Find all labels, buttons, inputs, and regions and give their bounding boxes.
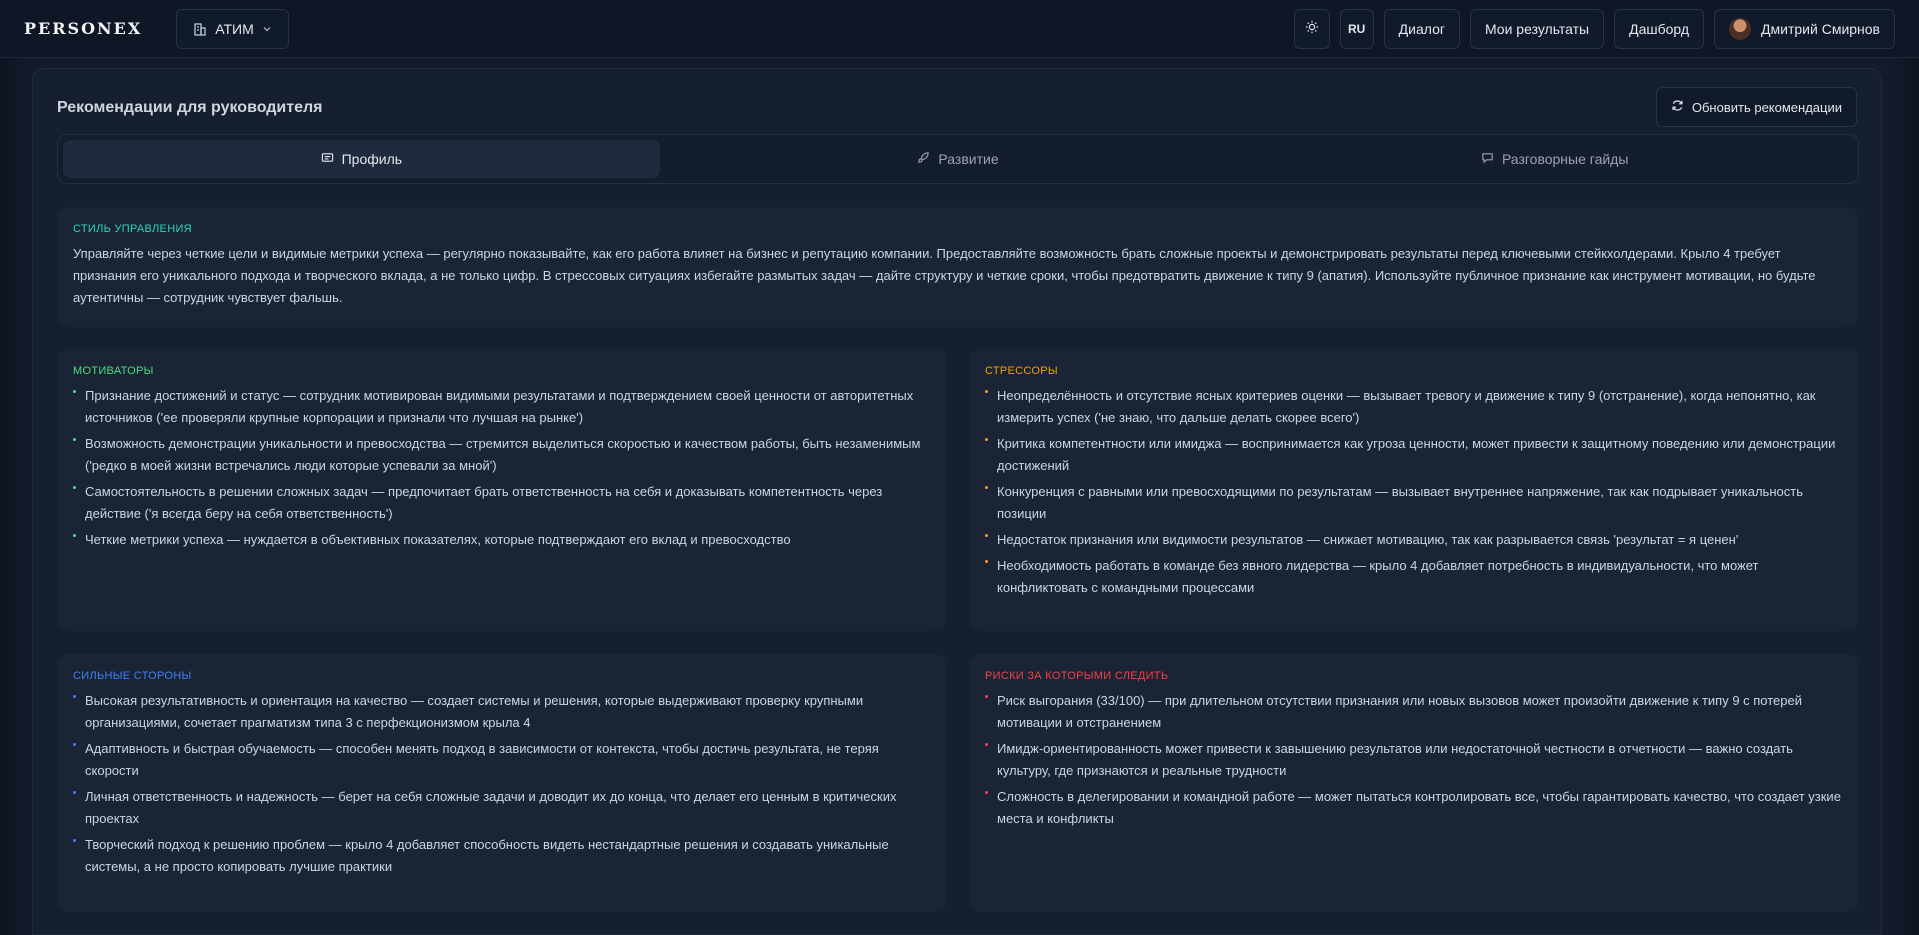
list-item-text: Возможность демонстрации уникальности и …: [85, 436, 921, 473]
stressors-list: Неопределённость и отсутствие ясных крит…: [985, 385, 1843, 599]
chevron-down-icon: [262, 24, 272, 34]
list-item-text: Четкие метрики успеха — нуждается в объе…: [85, 532, 791, 547]
refresh-label: Обновить рекомендации: [1691, 99, 1842, 115]
bullet-icon: [985, 791, 988, 794]
avatar: [1729, 17, 1752, 40]
bullet-icon: [985, 438, 988, 441]
list-item: Признание достижений и статус — сотрудни…: [73, 385, 931, 429]
user-name: Дмитрий Смирнов: [1761, 20, 1880, 37]
top-navbar: PERSONEX АТИМ RU Диалог Мои результаты Д…: [0, 0, 1919, 58]
strengths-panel: СИЛЬНЫЕ СТОРОНЫ Высокая результативность…: [57, 654, 947, 912]
bullet-icon: [985, 560, 988, 563]
recommendations-card: Рекомендации для руководителя Обновить р…: [32, 68, 1882, 935]
nav-results-button[interactable]: Мои результаты: [1469, 8, 1605, 49]
list-item: Неопределённость и отсутствие ясных крит…: [985, 385, 1843, 429]
motivators-heading: МОТИВАТОРЫ: [73, 365, 154, 377]
list-item-text: Необходимость работать в команде без явн…: [997, 558, 1759, 595]
list-item: Критика компетентности или имиджа — восп…: [985, 433, 1843, 477]
bullet-icon: [985, 390, 988, 393]
tab-label: Разговорные гайды: [1501, 151, 1629, 167]
list-item: Риск выгорания (33/100) — при длительном…: [985, 690, 1843, 734]
sun-icon: [1305, 20, 1319, 37]
tab-development[interactable]: Развитие: [660, 140, 1257, 178]
nav-dashboard-button[interactable]: Дашборд: [1614, 8, 1705, 49]
org-selector[interactable]: АТИМ: [176, 8, 289, 49]
list-item-text: Самостоятельность в решении сложных зада…: [85, 484, 883, 521]
list-item-text: Критика компетентности или имиджа — восп…: [997, 436, 1836, 473]
list-item: Четкие метрики успеха — нуждается в объе…: [73, 529, 931, 551]
tab-profile[interactable]: Профиль: [63, 140, 660, 178]
user-menu-button[interactable]: Дмитрий Смирнов: [1714, 8, 1895, 49]
list-item-text: Личная ответственность и надежность — бе…: [85, 789, 897, 826]
list-item-text: Сложность в делегировании и командной ра…: [997, 789, 1841, 826]
stressors-heading: СТРЕССОРЫ: [985, 365, 1058, 377]
bullet-icon: [985, 486, 988, 489]
bullet-icon: [985, 695, 988, 698]
list-item: Возможность демонстрации уникальности и …: [73, 433, 931, 477]
motivators-panel: МОТИВАТОРЫ Признание достижений и статус…: [57, 349, 947, 631]
rocket-icon: [917, 151, 930, 167]
list-item-text: Конкуренция с равными или превосходящими…: [997, 484, 1803, 521]
bullet-icon: [73, 534, 76, 537]
bullet-icon: [73, 438, 76, 441]
list-item: Имидж-ориентированность может привести к…: [985, 738, 1843, 782]
list-item-text: Адаптивность и быстрая обучаемость — спо…: [85, 741, 879, 778]
list-item-text: Имидж-ориентированность может привести к…: [997, 741, 1793, 778]
list-item-text: Неопределённость и отсутствие ясных крит…: [997, 388, 1816, 425]
list-item-text: Недостаток признания или видимости резул…: [997, 532, 1739, 547]
tab-conversation-guides[interactable]: Разговорные гайды: [1256, 140, 1853, 178]
bullet-icon: [73, 390, 76, 393]
list-item-text: Творческий подход к решению проблем — кр…: [85, 837, 889, 874]
list-item: Адаптивность и быстрая обучаемость — спо…: [73, 738, 931, 782]
tab-label: Профиль: [341, 151, 403, 167]
bullet-icon: [73, 743, 76, 746]
list-item-text: Высокая результативность и ориентация на…: [85, 693, 864, 730]
chat-icon: [1481, 151, 1494, 167]
risks-list: Риск выгорания (33/100) — при длительном…: [985, 690, 1843, 830]
theme-toggle-button[interactable]: [1293, 8, 1330, 49]
strengths-heading: СИЛЬНЫЕ СТОРОНЫ: [73, 670, 192, 682]
language-button[interactable]: RU: [1339, 8, 1374, 49]
nav-dialog-button[interactable]: Диалог: [1383, 8, 1460, 49]
building-icon: [193, 22, 207, 36]
risks-panel: РИСКИ ЗА КОТОРЫМИ СЛЕДИТЬ Риск выгорания…: [969, 654, 1859, 912]
management-style-panel: СТИЛЬ УПРАВЛЕНИЯ Управляйте через четкие…: [57, 207, 1859, 327]
list-item: Самостоятельность в решении сложных зада…: [73, 481, 931, 525]
bullet-icon: [73, 791, 76, 794]
risks-heading: РИСКИ ЗА КОТОРЫМИ СЛЕДИТЬ: [985, 670, 1169, 682]
list-item: Высокая результативность и ориентация на…: [73, 690, 931, 734]
bullet-icon: [985, 743, 988, 746]
page-title: Рекомендации для руководителя: [57, 99, 323, 116]
stressors-panel: СТРЕССОРЫ Неопределённость и отсутствие …: [969, 349, 1859, 631]
logo[interactable]: PERSONEX: [24, 19, 142, 38]
org-name: АТИМ: [215, 20, 254, 37]
bullet-icon: [73, 695, 76, 698]
management-style-heading: СТИЛЬ УПРАВЛЕНИЯ: [73, 223, 192, 235]
list-item: Конкуренция с равными или превосходящими…: [985, 481, 1843, 525]
bullet-icon: [73, 486, 76, 489]
bullet-icon: [73, 839, 76, 842]
list-item: Сложность в делегировании и командной ра…: [985, 786, 1843, 830]
strengths-list: Высокая результативность и ориентация на…: [73, 690, 931, 878]
page-frame: Рекомендации для руководителя Обновить р…: [0, 58, 1919, 935]
management-style-text: Управляйте через четкие цели и видимые м…: [73, 246, 1816, 305]
tab-label: Развитие: [938, 151, 999, 167]
tabs-bar: Профиль Развитие Разговорные гайды: [57, 134, 1859, 184]
refresh-recommendations-button[interactable]: Обновить рекомендации: [1655, 87, 1857, 127]
list-item: Необходимость работать в команде без явн…: [985, 555, 1843, 599]
list-item-text: Риск выгорания (33/100) — при длительном…: [997, 693, 1803, 730]
list-item: Недостаток признания или видимости резул…: [985, 529, 1843, 551]
list-item: Личная ответственность и надежность — бе…: [73, 786, 931, 830]
list-item-text: Признание достижений и статус — сотрудни…: [85, 388, 914, 425]
profile-card-icon: [321, 151, 334, 167]
list-item: Творческий подход к решению проблем — кр…: [73, 834, 931, 878]
bullet-icon: [985, 534, 988, 537]
motivators-list: Признание достижений и статус — сотрудни…: [73, 385, 931, 551]
refresh-icon: [1671, 99, 1684, 115]
